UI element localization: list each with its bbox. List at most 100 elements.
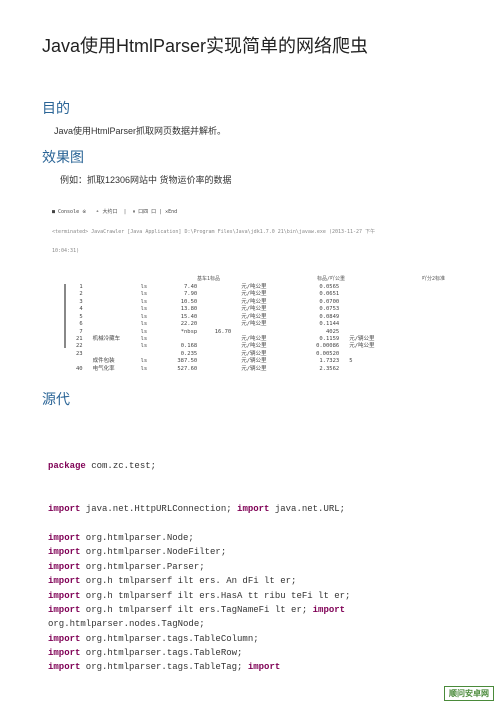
data-cell: 0.0651 [299,291,339,298]
data-cell [349,291,389,298]
col-ls: lslslslslslslslsls lsls [141,284,148,373]
data-cell: 0.0849 [299,314,339,321]
data-cell: 0.00520 [299,351,339,358]
data-cell: *nbsp [157,329,197,336]
bars-col [64,284,66,373]
data-cell [93,284,131,291]
data-cell: 7.90 [157,291,197,298]
col-lbl3: 元/辆公里元/吨公里 5 [349,284,389,373]
console-terminated-line: <terminated> JavaCrawler [Java Applicati… [52,229,458,236]
data-cell [349,366,389,373]
code-line: import org.htmlparser.NodeFilter; [48,545,458,559]
data-cell [349,299,389,306]
code-line: import org.h tmlparserf ilt ers.HasA tt … [48,589,458,603]
col-label: 机械冷藏车 成件包装电气化率 [93,284,131,373]
data-cell: 0.0753 [299,306,339,313]
data-cell [207,284,231,291]
console-panel: ■ Console ※ ⚬ 大约口 | ⏸ 口四 口 | ✕End <termi… [52,196,458,379]
th2: 标品/吖公重 [317,276,345,283]
col-lbl2: 元/吨公里元/吨公里元/吨公里元/吨公里元/吨公里元/吨公里 元/吨公里元/吨公… [241,284,289,373]
data-cell: 22 [76,343,83,350]
data-cell: 0.0565 [299,284,339,291]
data-cell: ls [141,284,148,291]
code-line: import org.h tmlparserf ilt ers.TagNameF… [48,603,458,617]
code-line: import org.htmlparser.tags.TableTag; imp… [48,660,458,674]
data-cell: 13.80 [157,306,197,313]
data-cell: 元/辆公里 [241,366,289,373]
code-line: import org.htmlparser.Parser; [48,560,458,574]
data-cell: ls [141,343,148,350]
data-cell [93,321,131,328]
data-cell: 387.50 [157,358,197,365]
data-cell: 元/吨公里 [241,306,289,313]
data-cell: 22.20 [157,321,197,328]
code-line: import org.h tmlparserf ilt ers. An dFi … [48,574,458,588]
data-cell [207,336,231,343]
data-cell: 0.235 [157,351,197,358]
data-cell [207,358,231,365]
section-purpose-heading: 目的 [42,98,458,118]
data-cell: 机械冷藏车 [93,336,131,343]
data-cell: ls [141,336,148,343]
data-cell: 15.40 [157,314,197,321]
code-line: import org.htmlparser.Node; [48,531,458,545]
console-header: ■ Console ※ ⚬ 大约口 | ⏸ 口四 口 | ✕End [52,209,458,216]
code-line [48,517,458,531]
purpose-body: Java使用HtmlParser抓取网页数据并解析。 [54,124,458,137]
data-cell [207,291,231,298]
data-cell: 元/辆公里 [241,358,289,365]
data-cell [93,343,131,350]
data-cell: 5 [349,358,389,365]
code-line: org.htmlparser.nodes.TagNode; [48,617,458,631]
data-cell [207,351,231,358]
data-cell: 元/吨公里 [241,291,289,298]
data-cell: 1.7323 [299,358,339,365]
col-v1b: 16.70 [207,284,231,373]
data-cell: 10.50 [157,299,197,306]
data-cell: 0.00086 [299,343,339,350]
data-cell [76,358,83,365]
data-cell [207,343,231,350]
code-line [48,473,458,487]
effect-body: 例如：抓取12306网站中 货物运价率的数据 [60,173,458,186]
code-block: package com.zc.test; import java.net.Htt… [48,459,458,675]
section-effect-heading: 效果图 [42,147,458,167]
console-timestamp: 10:04:31) [52,248,458,255]
data-cell [349,321,389,328]
data-cell: ls [141,321,148,328]
page-title: Java使用HtmlParser实现简单的网络爬虫 [42,32,458,58]
data-cell [349,306,389,313]
data-cell [93,291,131,298]
th3: 吖分2标准 [422,276,445,283]
data-cell: 电气化率 [93,366,131,373]
data-cell: ls [141,314,148,321]
data-cell: 5 [76,314,83,321]
data-cell [93,329,131,336]
data-cell: 2.3562 [299,366,339,373]
data-cell [93,306,131,313]
data-cell: 40 [76,366,83,373]
data-cell: 16.70 [207,329,231,336]
data-cell: 7.40 [157,284,197,291]
data-cell [207,321,231,328]
data-cell: ls [141,329,148,336]
col-index: 1234567212223 40 [76,284,83,373]
data-cell: 0.1144 [299,321,339,328]
data-cell [207,366,231,373]
data-cell: 527.60 [157,366,197,373]
data-cell [349,284,389,291]
data-cell [207,314,231,321]
data-cell: ls [141,358,148,365]
code-line: package com.zc.test; [48,459,458,473]
data-cell [349,314,389,321]
code-line: import org.htmlparser.tags.TableColumn; [48,632,458,646]
code-line [48,488,458,502]
data-cell: ls [141,306,148,313]
data-cell: 2 [76,291,83,298]
th1: 基车1标品 [197,276,220,283]
data-cell: 元/吨公里 [241,321,289,328]
col-v2: 0.05650.06510.07000.07530.08490.11444025… [299,284,339,373]
data-cell: ls [141,299,148,306]
data-cell [157,336,197,343]
data-cell: 21 [76,336,83,343]
